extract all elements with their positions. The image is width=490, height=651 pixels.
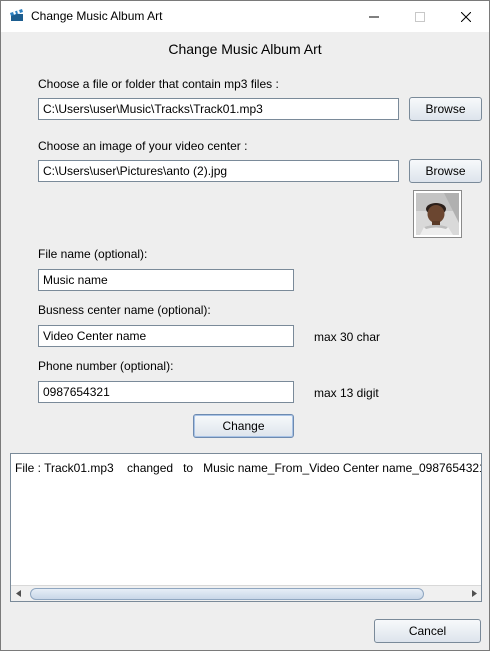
music-path-input[interactable]: C:\Users\user\Music\Tracks\Track01.mp3 xyxy=(38,98,399,120)
file-name-label: File name (optional): xyxy=(38,247,148,261)
business-name-input[interactable]: Video Center name xyxy=(38,325,294,347)
music-source-label: Choose a file or folder that contain mp3… xyxy=(38,77,279,91)
image-preview xyxy=(413,190,462,238)
image-path-input[interactable]: C:\Users\user\Pictures\anto (2).jpg xyxy=(38,160,399,182)
person-photo-thumbnail xyxy=(416,193,459,235)
image-source-label: Choose an image of your video center : xyxy=(38,139,248,153)
minimize-button[interactable] xyxy=(351,1,397,32)
phone-label: Phone number (optional): xyxy=(38,359,174,373)
cancel-button[interactable]: Cancel xyxy=(374,619,481,643)
image-browse-button[interactable]: Browse xyxy=(409,159,482,183)
scroll-right-button[interactable] xyxy=(466,586,481,601)
phone-input[interactable]: 0987654321 xyxy=(38,381,294,403)
minimize-icon xyxy=(369,16,379,17)
main-window: Change Music Album Art Change Music Albu… xyxy=(0,0,490,651)
music-browse-button[interactable]: Browse xyxy=(409,97,482,121)
close-icon xyxy=(461,11,471,22)
close-button[interactable] xyxy=(443,1,489,32)
arrow-right-icon xyxy=(471,590,477,597)
maximize-button[interactable] xyxy=(397,1,443,32)
business-name-label: Busness center name (optional): xyxy=(38,303,211,317)
page-heading: Change Music Album Art xyxy=(168,41,322,57)
log-line: File : Track01.mp3 changed to Music name… xyxy=(15,461,482,475)
business-name-hint: max 30 char xyxy=(314,330,381,344)
result-log[interactable]: File : Track01.mp3 changed to Music name… xyxy=(10,453,482,602)
scroll-thumb[interactable] xyxy=(30,588,424,600)
phone-hint: max 13 digit xyxy=(314,386,379,400)
change-button[interactable]: Change xyxy=(193,414,294,438)
scroll-left-button[interactable] xyxy=(11,586,26,601)
title-bar: Change Music Album Art xyxy=(1,1,489,32)
maximize-icon xyxy=(415,11,425,22)
film-clapper-icon xyxy=(10,9,23,21)
file-name-input[interactable]: Music name xyxy=(38,269,294,291)
horizontal-scrollbar[interactable] xyxy=(11,585,481,601)
window-title: Change Music Album Art xyxy=(31,9,163,23)
arrow-left-icon xyxy=(15,590,21,597)
